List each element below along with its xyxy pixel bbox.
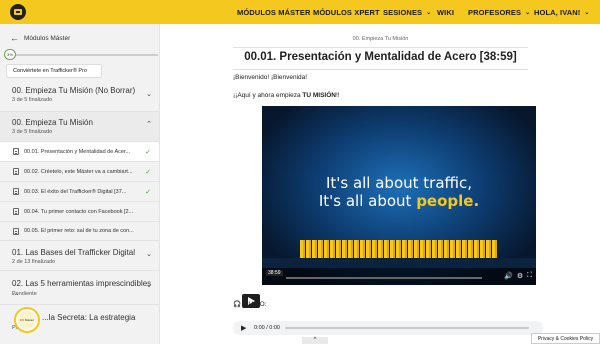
- audio-player[interactable]: ▶ 0:00 / 0:00: [233, 321, 543, 335]
- sidebar-section-1[interactable]: 00. Empieza Tu Misión 3 de 5 finalizado …: [0, 112, 159, 141]
- nav-modulos-xpert[interactable]: MÓDULOS XPERT: [313, 0, 380, 24]
- chevron-down-icon: ⌄: [426, 9, 432, 16]
- privacy-cookies-button[interactable]: Privacy & Cookies Policy: [531, 333, 600, 344]
- become-pro-button[interactable]: Conviértete en Trafficker® Pro: [6, 64, 102, 78]
- lesson-label: 00.01. Presentación y Mentalidad de Acer…: [24, 148, 131, 155]
- document-icon: [13, 148, 19, 155]
- welcome-text: ¡Bienvenido! ¡Bienvenida!: [233, 74, 308, 81]
- checkmark-icon: ✓: [145, 148, 151, 156]
- nav-wiki[interactable]: WIKI: [437, 0, 454, 24]
- video-seek-bar[interactable]: [286, 277, 482, 279]
- course-progress-bar: [6, 54, 158, 56]
- document-icon: [13, 188, 19, 195]
- lesson-label: 00.03. El éxito del Trafficker® Digital …: [24, 188, 127, 195]
- video-headline-1: It's all about traffic,: [325, 174, 473, 192]
- divider: [233, 69, 528, 70]
- audio-seek-bar[interactable]: [285, 327, 529, 329]
- cv-master-badge[interactable]: CV Máster: [14, 307, 40, 333]
- video-player[interactable]: It's all about traffic, It's all about p…: [262, 106, 536, 285]
- lesson-item-0005[interactable]: 00.05. El primer reto: sal de tu zona de…: [0, 221, 159, 241]
- fullscreen-icon[interactable]: ⛶: [527, 272, 532, 280]
- nav-sesiones[interactable]: SESIONES ⌄: [383, 0, 431, 24]
- lesson-label: 00.02. Créetelo, este Máster va a cambia…: [24, 168, 133, 175]
- audio-section-label: 🎧 AUDIO:: [233, 300, 267, 309]
- badge-label: CV Máster: [18, 311, 36, 329]
- video-timestamp: 38:59: [266, 270, 283, 276]
- breadcrumb[interactable]: 00. Empieza Tu Misión: [161, 36, 600, 42]
- checkmark-icon: ✓: [145, 188, 151, 196]
- lesson-item-0003[interactable]: 00.03. El éxito del Trafficker® Digital …: [0, 181, 159, 201]
- section-progress: Pendiente: [12, 291, 37, 297]
- nav-user-menu[interactable]: HOLA, IVAN! ⌄: [534, 0, 590, 24]
- lesson-item-0002[interactable]: 00.02. Créetelo, este Máster va a cambia…: [0, 161, 159, 181]
- lesson-content: 00. Empieza Tu Misión 00.01. Presentació…: [161, 24, 600, 344]
- sidebar-section-0[interactable]: 00. Empieza Tu Misión (No Borrar) 3 de 5…: [0, 82, 159, 112]
- mission-text: ¡¡Aquí y ahora empieza TU MISIÓN!!: [233, 92, 340, 99]
- chevron-down-icon: ⌄: [146, 282, 152, 289]
- video-controls: 38:59 🔊 ⚙ ⛶: [262, 268, 536, 285]
- chevron-down-icon: ⌄: [146, 251, 152, 258]
- page-title: 00.01. Presentación y Mentalidad de Acer…: [244, 51, 517, 63]
- section-progress: 3 de 5 finalizado: [12, 129, 53, 135]
- headphones-icon: 🎧: [233, 301, 242, 308]
- video-crowd: [300, 240, 498, 260]
- chevron-up-icon: ⌃: [146, 121, 152, 128]
- section-title: ...la Secreta: La estrategia: [42, 313, 136, 322]
- lesson-label: 00.05. El primer reto: sal de tu zona de…: [24, 228, 134, 234]
- section-title: 01. Las Bases del Trafficker Digital: [12, 248, 136, 257]
- volume-icon[interactable]: 🔊: [504, 272, 513, 280]
- back-label: Módulos Máster: [24, 34, 71, 42]
- video-stage: [262, 258, 536, 268]
- video-headline-2: It's all about people.: [318, 192, 480, 210]
- course-sidebar: ← Módulos Máster 3% Conviértete en Traff…: [0, 24, 160, 344]
- divider: [233, 47, 528, 48]
- chevron-down-icon: ⌄: [584, 9, 590, 16]
- section-title: 00. Empieza Tu Misión (No Borrar): [12, 86, 136, 95]
- arrow-left-icon: ←: [10, 33, 19, 43]
- sidebar-section-3[interactable]: 02. Las 5 herramientas imprescindibles .…: [0, 271, 159, 305]
- document-icon: [13, 208, 19, 215]
- scroll-up-button[interactable]: ^: [302, 337, 328, 344]
- section-progress: 2 de 13 finalizado: [12, 259, 56, 265]
- sidebar-section-2[interactable]: 01. Las Bases del Trafficker Digital 2 d…: [0, 242, 159, 271]
- video-icons: 🔊 ⚙ ⛶: [504, 272, 532, 280]
- lesson-item-0001[interactable]: 00.01. Presentación y Mentalidad de Acer…: [0, 141, 159, 161]
- back-to-modules-link[interactable]: ← Módulos Máster: [10, 33, 71, 43]
- top-navbar: MÓDULOS MÁSTER MÓDULOS XPERT SESIONES ⌄ W…: [0, 0, 600, 24]
- checkmark-icon: ✓: [145, 168, 151, 176]
- progress-percent-badge: 3%: [4, 49, 16, 60]
- section-progress: 3 de 5 finalizado: [12, 97, 53, 103]
- chevron-down-icon: ⌄: [146, 91, 152, 98]
- settings-icon[interactable]: ⚙: [517, 272, 523, 280]
- trafficker-logo-icon[interactable]: [10, 4, 26, 20]
- nav-profesores[interactable]: PROFESORES ⌄: [468, 0, 530, 24]
- audio-play-icon[interactable]: ▶: [241, 324, 246, 332]
- document-icon: [13, 228, 19, 235]
- document-icon: [13, 168, 19, 175]
- lesson-label: 00.04. Tu primer contacto con Facebook […: [24, 208, 134, 215]
- section-title: 00. Empieza Tu Misión: [12, 118, 93, 127]
- chevron-down-icon: ⌄: [525, 9, 531, 16]
- nav-modulos-master[interactable]: MÓDULOS MÁSTER: [237, 0, 310, 24]
- lesson-item-0004[interactable]: 00.04. Tu primer contacto con Facebook […: [0, 201, 159, 221]
- audio-time: 0:00 / 0:00: [254, 325, 280, 331]
